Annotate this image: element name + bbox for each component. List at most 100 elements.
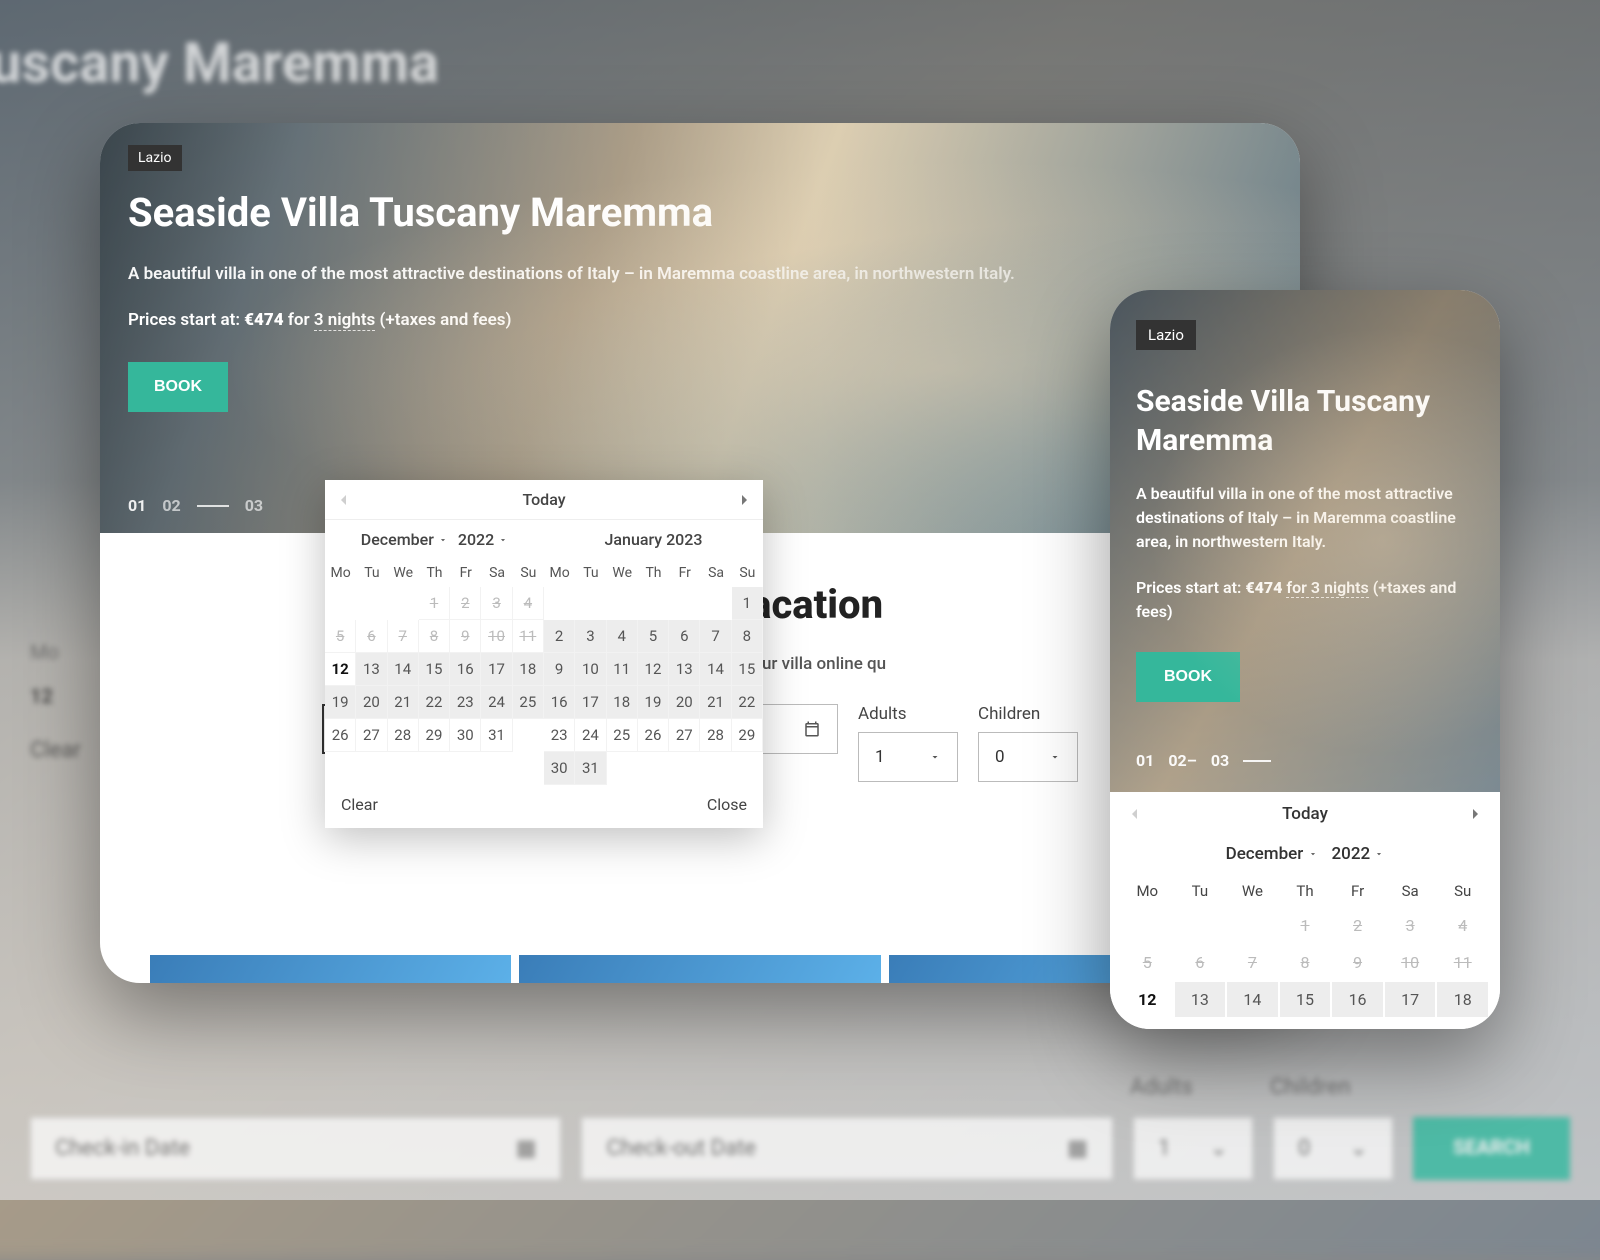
day-27[interactable]: 27 xyxy=(669,719,700,752)
day-31[interactable]: 31 xyxy=(575,752,606,785)
day-26[interactable]: 26 xyxy=(325,719,356,752)
day-16[interactable]: 16 xyxy=(544,686,575,719)
day-6[interactable]: 6 xyxy=(669,620,700,653)
day-16[interactable]: 16 xyxy=(450,653,481,686)
day-13[interactable]: 13 xyxy=(356,653,387,686)
year-select[interactable]: 2022 xyxy=(458,530,508,549)
day-17[interactable]: 17 xyxy=(1385,982,1436,1017)
day-3[interactable]: 3 xyxy=(575,620,606,653)
day-22[interactable]: 22 xyxy=(732,686,763,719)
day-10: 10 xyxy=(1385,945,1436,980)
day-of-week: Fr xyxy=(669,559,700,587)
day-28[interactable]: 28 xyxy=(388,719,419,752)
today-button[interactable]: Today xyxy=(522,490,565,509)
day-26[interactable]: 26 xyxy=(638,719,669,752)
book-button[interactable]: BOOK xyxy=(1136,652,1240,702)
day-25[interactable]: 25 xyxy=(607,719,638,752)
mobile-hero-price: Prices start at: €474 for 3 nights (+tax… xyxy=(1136,576,1474,624)
close-button[interactable]: Close xyxy=(707,795,747,814)
today-button[interactable]: Today xyxy=(1282,804,1328,824)
day-2[interactable]: 2 xyxy=(544,620,575,653)
day-24[interactable]: 24 xyxy=(481,686,512,719)
day-15[interactable]: 15 xyxy=(419,653,450,686)
day-of-week: Tu xyxy=(356,559,387,587)
next-month-button[interactable] xyxy=(739,495,749,505)
day-27[interactable]: 27 xyxy=(356,719,387,752)
day-21[interactable]: 21 xyxy=(388,686,419,719)
slide-3[interactable]: 03 xyxy=(245,496,263,515)
day-30[interactable]: 30 xyxy=(544,752,575,785)
day-16[interactable]: 16 xyxy=(1332,982,1383,1017)
children-label: Children xyxy=(978,704,1078,724)
mobile-hero-description: A beautiful villa in one of the most att… xyxy=(1136,482,1474,554)
adults-select[interactable]: 1 xyxy=(858,732,958,782)
day-14[interactable]: 14 xyxy=(1227,982,1278,1017)
chevron-down-icon xyxy=(438,535,448,545)
day-of-week: Mo xyxy=(1122,876,1173,906)
day-12[interactable]: 12 xyxy=(325,653,356,686)
day-6: 6 xyxy=(356,620,387,653)
mobile-slider-indicator[interactable]: 01 02– 03 xyxy=(1136,751,1271,770)
month-select[interactable]: December xyxy=(361,530,448,549)
day-23[interactable]: 23 xyxy=(544,719,575,752)
day-8: 8 xyxy=(1280,945,1331,980)
day-29[interactable]: 29 xyxy=(732,719,763,752)
day-28[interactable]: 28 xyxy=(700,719,731,752)
day-22[interactable]: 22 xyxy=(419,686,450,719)
slider-indicator[interactable]: 01 02 03 xyxy=(128,496,263,515)
month-december: December 2022 MoTuWeThFrSaSu123456789101… xyxy=(325,520,544,785)
day-31[interactable]: 31 xyxy=(481,719,512,752)
day-13[interactable]: 13 xyxy=(1175,982,1226,1017)
day-5[interactable]: 5 xyxy=(638,620,669,653)
day-14[interactable]: 14 xyxy=(700,653,731,686)
day-30[interactable]: 30 xyxy=(450,719,481,752)
region-tag[interactable]: Lazio xyxy=(1136,320,1196,350)
day-of-week: Su xyxy=(732,559,763,587)
day-9[interactable]: 9 xyxy=(544,653,575,686)
day-12[interactable]: 12 xyxy=(1122,982,1173,1017)
next-month-button[interactable] xyxy=(1470,809,1480,819)
day-15[interactable]: 15 xyxy=(1280,982,1331,1017)
slide-2[interactable]: 02 xyxy=(162,496,180,515)
day-7[interactable]: 7 xyxy=(700,620,731,653)
day-24[interactable]: 24 xyxy=(575,719,606,752)
day-20[interactable]: 20 xyxy=(669,686,700,719)
day-13[interactable]: 13 xyxy=(669,653,700,686)
day-17[interactable]: 17 xyxy=(575,686,606,719)
day-12[interactable]: 12 xyxy=(638,653,669,686)
children-select[interactable]: 0 xyxy=(978,732,1078,782)
day-18[interactable]: 18 xyxy=(607,686,638,719)
chevron-down-icon xyxy=(1308,849,1318,859)
prev-month-button[interactable] xyxy=(339,495,349,505)
day-10[interactable]: 10 xyxy=(575,653,606,686)
book-button[interactable]: BOOK xyxy=(128,362,228,412)
day-17[interactable]: 17 xyxy=(481,653,512,686)
day-18[interactable]: 18 xyxy=(1437,982,1488,1017)
day-14[interactable]: 14 xyxy=(388,653,419,686)
day-18[interactable]: 18 xyxy=(513,653,544,686)
chevron-down-icon xyxy=(929,751,941,763)
prev-month-button[interactable] xyxy=(1130,809,1140,819)
day-25[interactable]: 25 xyxy=(513,686,544,719)
slider-dash xyxy=(197,505,229,507)
year-select[interactable]: 2022 xyxy=(1332,844,1385,864)
slide-1[interactable]: 01 xyxy=(128,496,146,515)
day-21[interactable]: 21 xyxy=(700,686,731,719)
day-7: 7 xyxy=(1227,945,1278,980)
day-of-week: Tu xyxy=(575,559,606,587)
day-29[interactable]: 29 xyxy=(419,719,450,752)
day-15[interactable]: 15 xyxy=(732,653,763,686)
background-title-fragment: uscany Maremma xyxy=(0,30,439,96)
region-tag[interactable]: Lazio xyxy=(128,145,182,171)
month-select[interactable]: December xyxy=(1226,844,1318,864)
day-8[interactable]: 8 xyxy=(732,620,763,653)
day-11[interactable]: 11 xyxy=(607,653,638,686)
day-19[interactable]: 19 xyxy=(638,686,669,719)
clear-button[interactable]: Clear xyxy=(341,795,378,814)
day-23[interactable]: 23 xyxy=(450,686,481,719)
day-20[interactable]: 20 xyxy=(356,686,387,719)
day-19[interactable]: 19 xyxy=(325,686,356,719)
day-4[interactable]: 4 xyxy=(607,620,638,653)
day-1[interactable]: 1 xyxy=(732,587,763,620)
chevron-down-icon xyxy=(1049,751,1061,763)
